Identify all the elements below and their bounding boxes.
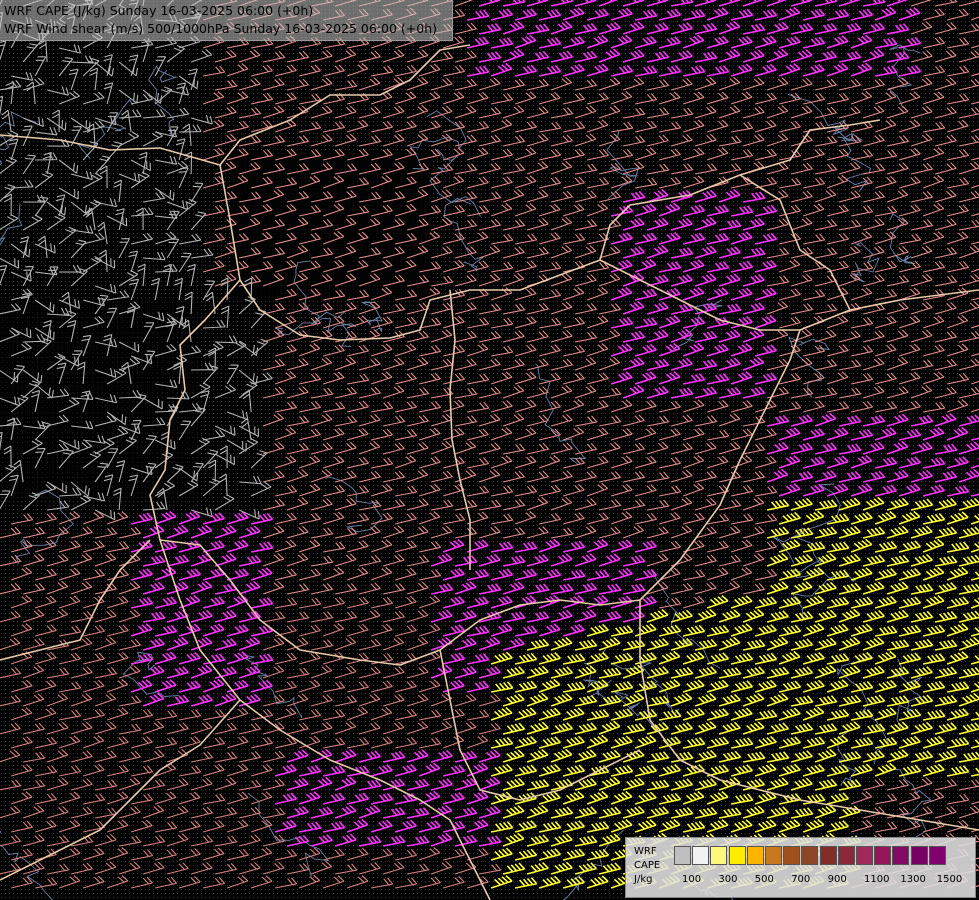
legend-label-unit: J/kg: [634, 874, 653, 885]
legend-swatch: [874, 846, 892, 865]
legend-tick: 1500: [936, 874, 963, 885]
legend-tick: 1100: [864, 874, 890, 885]
legend-swatch: [856, 846, 873, 865]
legend-tick: 300: [718, 874, 738, 885]
legend-swatch: [910, 846, 928, 865]
legend-swatch: [728, 846, 746, 865]
legend-swatch: [819, 846, 837, 865]
legend-tick: 900: [827, 874, 847, 885]
legend-swatch: [892, 846, 910, 865]
legend-swatch: [746, 846, 764, 865]
legend-swatch: [692, 846, 710, 865]
legend-swatch: [837, 846, 855, 865]
legend-tick: 100: [682, 874, 702, 885]
map-title-panel: WRF CAPE (J/kg) Sunday 16-03-2025 06:00 …: [0, 0, 453, 41]
legend-label-variable: CAPE: [634, 860, 661, 871]
legend-tick: 500: [754, 874, 774, 885]
cape-legend: WRF CAPE J/kg 100 300 500 700 900 1100 1300 150…: [625, 837, 976, 898]
legend-swatch: [783, 846, 801, 865]
legend-swatch: [801, 846, 819, 865]
cape-title: WRF CAPE (J/kg) Sunday 16-03-2025 06:00 …: [4, 3, 314, 18]
weather-map-viewer: WRF CAPE (J/kg) Sunday 16-03-2025 06:00 …: [0, 0, 979, 900]
legend-tick: 700: [791, 874, 811, 885]
legend-swatch: [765, 846, 782, 865]
legend-swatch: [674, 846, 691, 865]
cape-wind-shear-map: [0, 0, 979, 900]
wind-shear-title: WRF Wind shear (m/s) 500/1000hPa Sunday …: [4, 21, 437, 36]
legend-swatch: [710, 846, 728, 865]
legend-tick: 1300: [900, 874, 926, 885]
legend-swatch: [928, 846, 946, 865]
legend-label-model: WRF: [634, 846, 657, 857]
